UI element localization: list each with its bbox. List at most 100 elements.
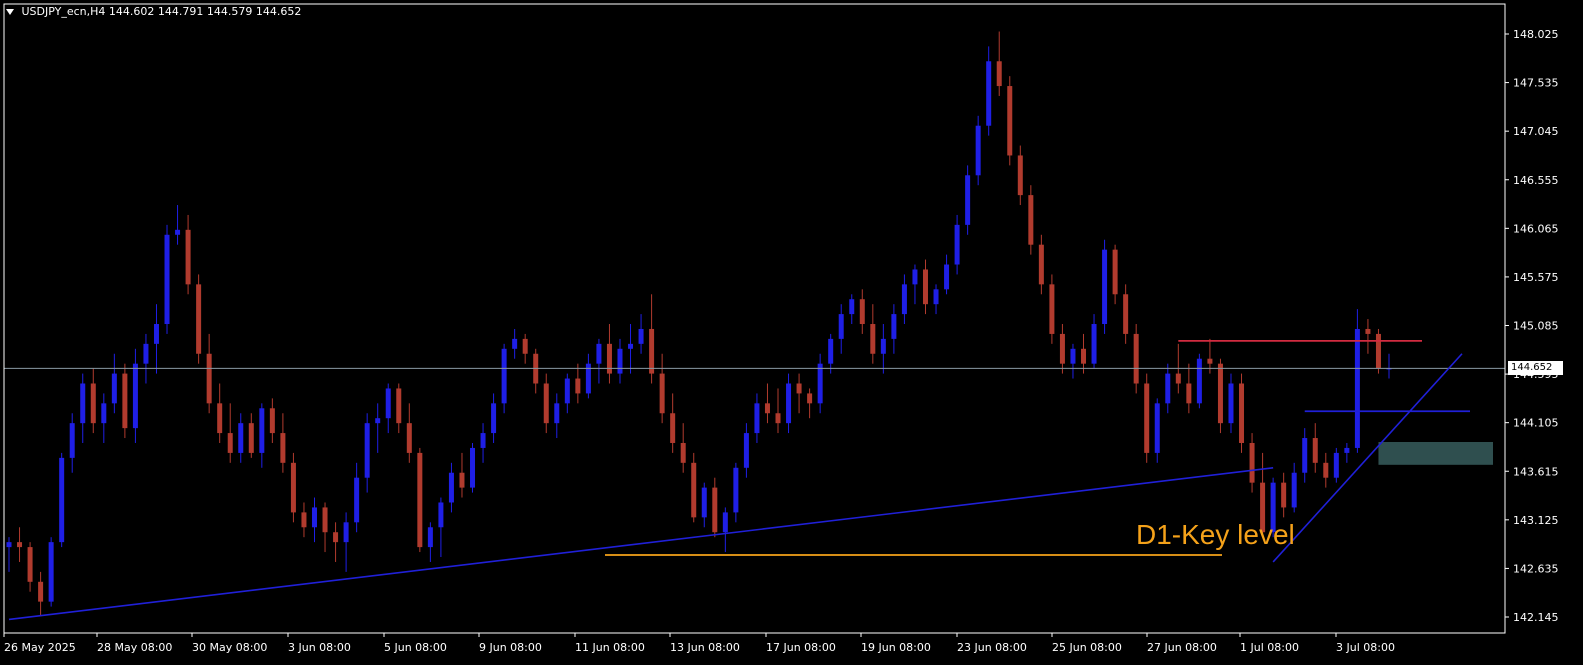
- bull-candle: [965, 175, 971, 225]
- bull-candle: [59, 457, 65, 543]
- bull-candle: [132, 363, 138, 429]
- bear-candle: [606, 343, 612, 374]
- bull-candle: [111, 373, 117, 404]
- bull-candle: [933, 289, 939, 305]
- bear-candle: [870, 324, 876, 354]
- bear-candle: [1217, 363, 1223, 424]
- bear-candle: [1133, 333, 1139, 384]
- bear-candle: [543, 383, 549, 424]
- bull-candle: [80, 383, 86, 424]
- bear-candle: [417, 452, 423, 548]
- bull-candle: [975, 125, 981, 176]
- axes-layer: 148.025 147.535 147.045 146.555 146.065 145.5…: [3, 3, 1559, 654]
- bull-candle: [385, 388, 391, 419]
- bull-candle: [849, 299, 855, 315]
- bear-candle: [17, 542, 23, 548]
- bull-candle: [259, 408, 265, 453]
- bear-candle: [333, 532, 339, 543]
- bear-candle: [206, 353, 212, 404]
- x-tick-label: 9 Jun 08:00: [479, 641, 542, 654]
- bull-candle: [491, 403, 497, 434]
- y-tick-label: 145.085: [1513, 320, 1559, 333]
- price-chart[interactable]: 148.025 147.535 147.045 146.555 146.065 145.5…: [0, 0, 1583, 665]
- bear-candle: [922, 269, 928, 305]
- bear-candle: [680, 442, 686, 463]
- bear-candle: [227, 433, 233, 453]
- bull-candle: [722, 512, 728, 533]
- bear-candle: [670, 413, 676, 443]
- bull-candle: [1165, 373, 1171, 404]
- bear-candle: [1038, 244, 1044, 285]
- x-tick-label: 23 Jun 08:00: [957, 641, 1027, 654]
- bull-candle: [364, 423, 370, 478]
- bull-candle: [1154, 403, 1160, 453]
- bear-candle: [1323, 462, 1329, 478]
- bear-candle: [38, 581, 44, 602]
- bull-candle: [596, 343, 602, 364]
- x-tick-label: 1 Jul 08:00: [1240, 641, 1299, 654]
- bear-candle: [1049, 284, 1055, 334]
- x-tick-label: 19 Jun 08:00: [861, 641, 931, 654]
- bull-candle: [311, 507, 317, 528]
- bull-candle: [638, 328, 644, 344]
- bear-candle: [406, 423, 412, 453]
- bear-candle: [775, 413, 781, 424]
- bear-candle: [396, 388, 402, 424]
- bear-candle: [649, 328, 655, 374]
- bear-candle: [1365, 328, 1371, 334]
- y-tick-label: 143.125: [1513, 514, 1559, 527]
- bull-candle: [617, 348, 623, 374]
- bear-candle: [1375, 333, 1381, 369]
- x-tick-label: 5 Jun 08:00: [384, 641, 447, 654]
- y-tick-label: 142.145: [1513, 611, 1559, 624]
- bull-candle: [891, 314, 897, 339]
- bull-candle: [838, 314, 844, 339]
- bull-candle: [6, 542, 12, 548]
- bear-candle: [269, 408, 275, 434]
- bear-candle: [996, 61, 1002, 87]
- bear-candle: [522, 338, 528, 354]
- bear-candle: [764, 403, 770, 414]
- bull-candle: [564, 378, 570, 404]
- bull-candle: [164, 234, 170, 325]
- bull-candle: [1196, 358, 1202, 404]
- trendline: [8, 466, 1274, 621]
- y-tick-label: 147.535: [1513, 77, 1559, 90]
- bull-candle: [101, 403, 107, 424]
- y-tick-label: 146.555: [1513, 174, 1559, 187]
- bear-candle: [301, 512, 307, 528]
- bear-candle: [575, 378, 581, 394]
- bull-candle: [354, 477, 360, 523]
- bear-candle: [90, 383, 96, 424]
- x-tick-label: 28 May 08:00: [97, 641, 172, 654]
- y-tick-label: 148.025: [1513, 28, 1559, 41]
- bull-candle: [1302, 438, 1308, 473]
- bull-candle: [701, 487, 707, 518]
- bull-candle: [1344, 447, 1350, 453]
- support-zone: [1378, 442, 1493, 465]
- bull-candle: [954, 224, 960, 265]
- bull-candle: [754, 403, 760, 434]
- bear-candle: [1207, 358, 1213, 364]
- bear-candle: [122, 373, 128, 429]
- bear-candle: [1281, 482, 1287, 508]
- bull-candle: [1228, 383, 1234, 424]
- bull-candle: [880, 338, 886, 354]
- bear-candle: [807, 393, 813, 404]
- y-tick-label: 144.105: [1513, 417, 1559, 430]
- overlays-layer: [4, 339, 1505, 621]
- bull-candle: [628, 343, 634, 349]
- bull-candle: [1333, 452, 1339, 478]
- bear-candle: [1123, 294, 1129, 334]
- bull-candle: [1091, 324, 1097, 364]
- bull-candle: [153, 324, 159, 344]
- bear-candle: [280, 433, 286, 463]
- bear-candle: [712, 487, 718, 533]
- bull-candle: [944, 264, 950, 290]
- bull-candle: [438, 502, 444, 528]
- x-tick-label: 17 Jun 08:00: [766, 641, 836, 654]
- y-tick-label: 146.065: [1513, 222, 1559, 235]
- bull-candle: [901, 284, 907, 315]
- bull-candle: [1070, 348, 1076, 364]
- x-tick-label: 3 Jun 08:00: [288, 641, 351, 654]
